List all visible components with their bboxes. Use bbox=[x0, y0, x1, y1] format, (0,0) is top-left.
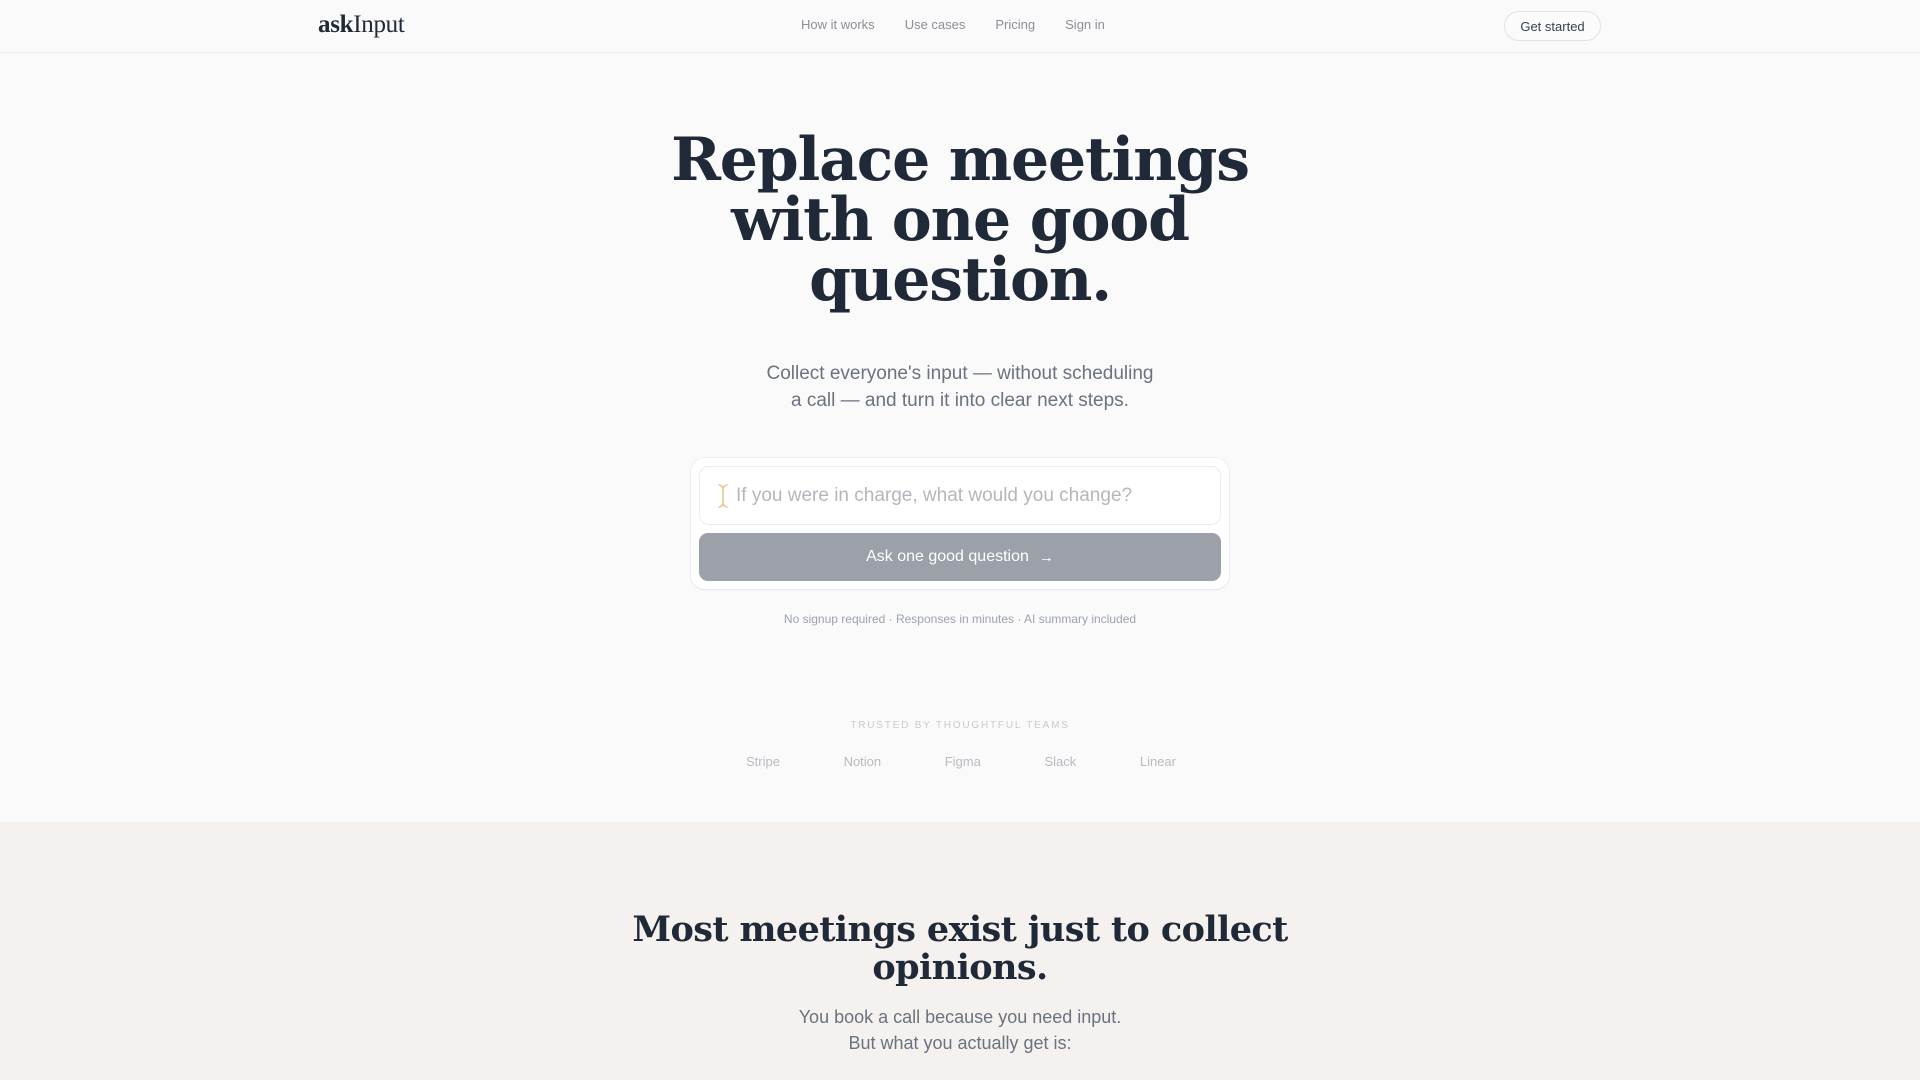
brand-stripe: Stripe bbox=[746, 754, 780, 769]
brand-figma: Figma bbox=[944, 754, 981, 769]
text-cursor-icon bbox=[718, 483, 728, 509]
hero-subtitle: Collect everyone's input — without sched… bbox=[710, 360, 1210, 414]
brand-linear: Linear bbox=[1139, 754, 1176, 769]
nav-link-pricing[interactable]: Pricing bbox=[995, 17, 1035, 32]
nav-link-use-cases[interactable]: Use cases bbox=[905, 17, 966, 32]
problem-section: Most meetings exist just to collect opin… bbox=[0, 822, 1920, 1080]
problem-subtitle-line: But what you actually get is: bbox=[848, 1033, 1072, 1053]
fineprint: No signup required · Responses in minute… bbox=[783, 612, 1137, 626]
nav-link-how-it-works[interactable]: How it works bbox=[801, 17, 875, 32]
hero-subtitle-line: a call — and turn it into clear next ste… bbox=[791, 390, 1129, 411]
question-input[interactable]: If you were in charge, what would you ch… bbox=[699, 466, 1221, 525]
brand-logos: Stripe Notion Figma Slack Linear bbox=[746, 754, 1176, 769]
question-card: If you were in charge, what would you ch… bbox=[691, 458, 1229, 589]
hero-title: Replace meetings with one good question. bbox=[671, 125, 1250, 315]
problem-subtitle-line: You book a call because you need input. bbox=[798, 1007, 1122, 1027]
arrow-right-icon: → bbox=[1038, 548, 1054, 566]
trusted-label: TRUSTED BY THOUGHTFUL TEAMS bbox=[850, 720, 1070, 731]
problem-section-title: Most meetings exist just to collect opin… bbox=[632, 909, 1288, 988]
ask-question-button-label: Ask one good question bbox=[866, 548, 1029, 565]
brand-slack: Slack bbox=[1044, 754, 1077, 769]
nav-link-sign-in[interactable]: Sign in bbox=[1065, 17, 1105, 32]
ask-question-button[interactable]: Ask one good question → bbox=[699, 533, 1221, 581]
logo-text-bold: ask bbox=[318, 11, 354, 38]
logo-text-light: Input bbox=[353, 11, 405, 38]
hero-subtitle-line: Collect everyone's input — without sched… bbox=[766, 363, 1154, 384]
logo[interactable]: askInput bbox=[318, 11, 405, 39]
brand-notion: Notion bbox=[843, 754, 882, 769]
problem-section-subtitle: You book a call because you need input. … bbox=[660, 1004, 1260, 1056]
nav-links: How it works Use cases Pricing Sign in bbox=[801, 17, 1135, 32]
top-nav: askInput How it works Use cases Pricing … bbox=[0, 0, 1920, 53]
get-started-button[interactable]: Get started bbox=[1504, 11, 1601, 41]
question-input-placeholder: If you were in charge, what would you ch… bbox=[736, 484, 1133, 506]
